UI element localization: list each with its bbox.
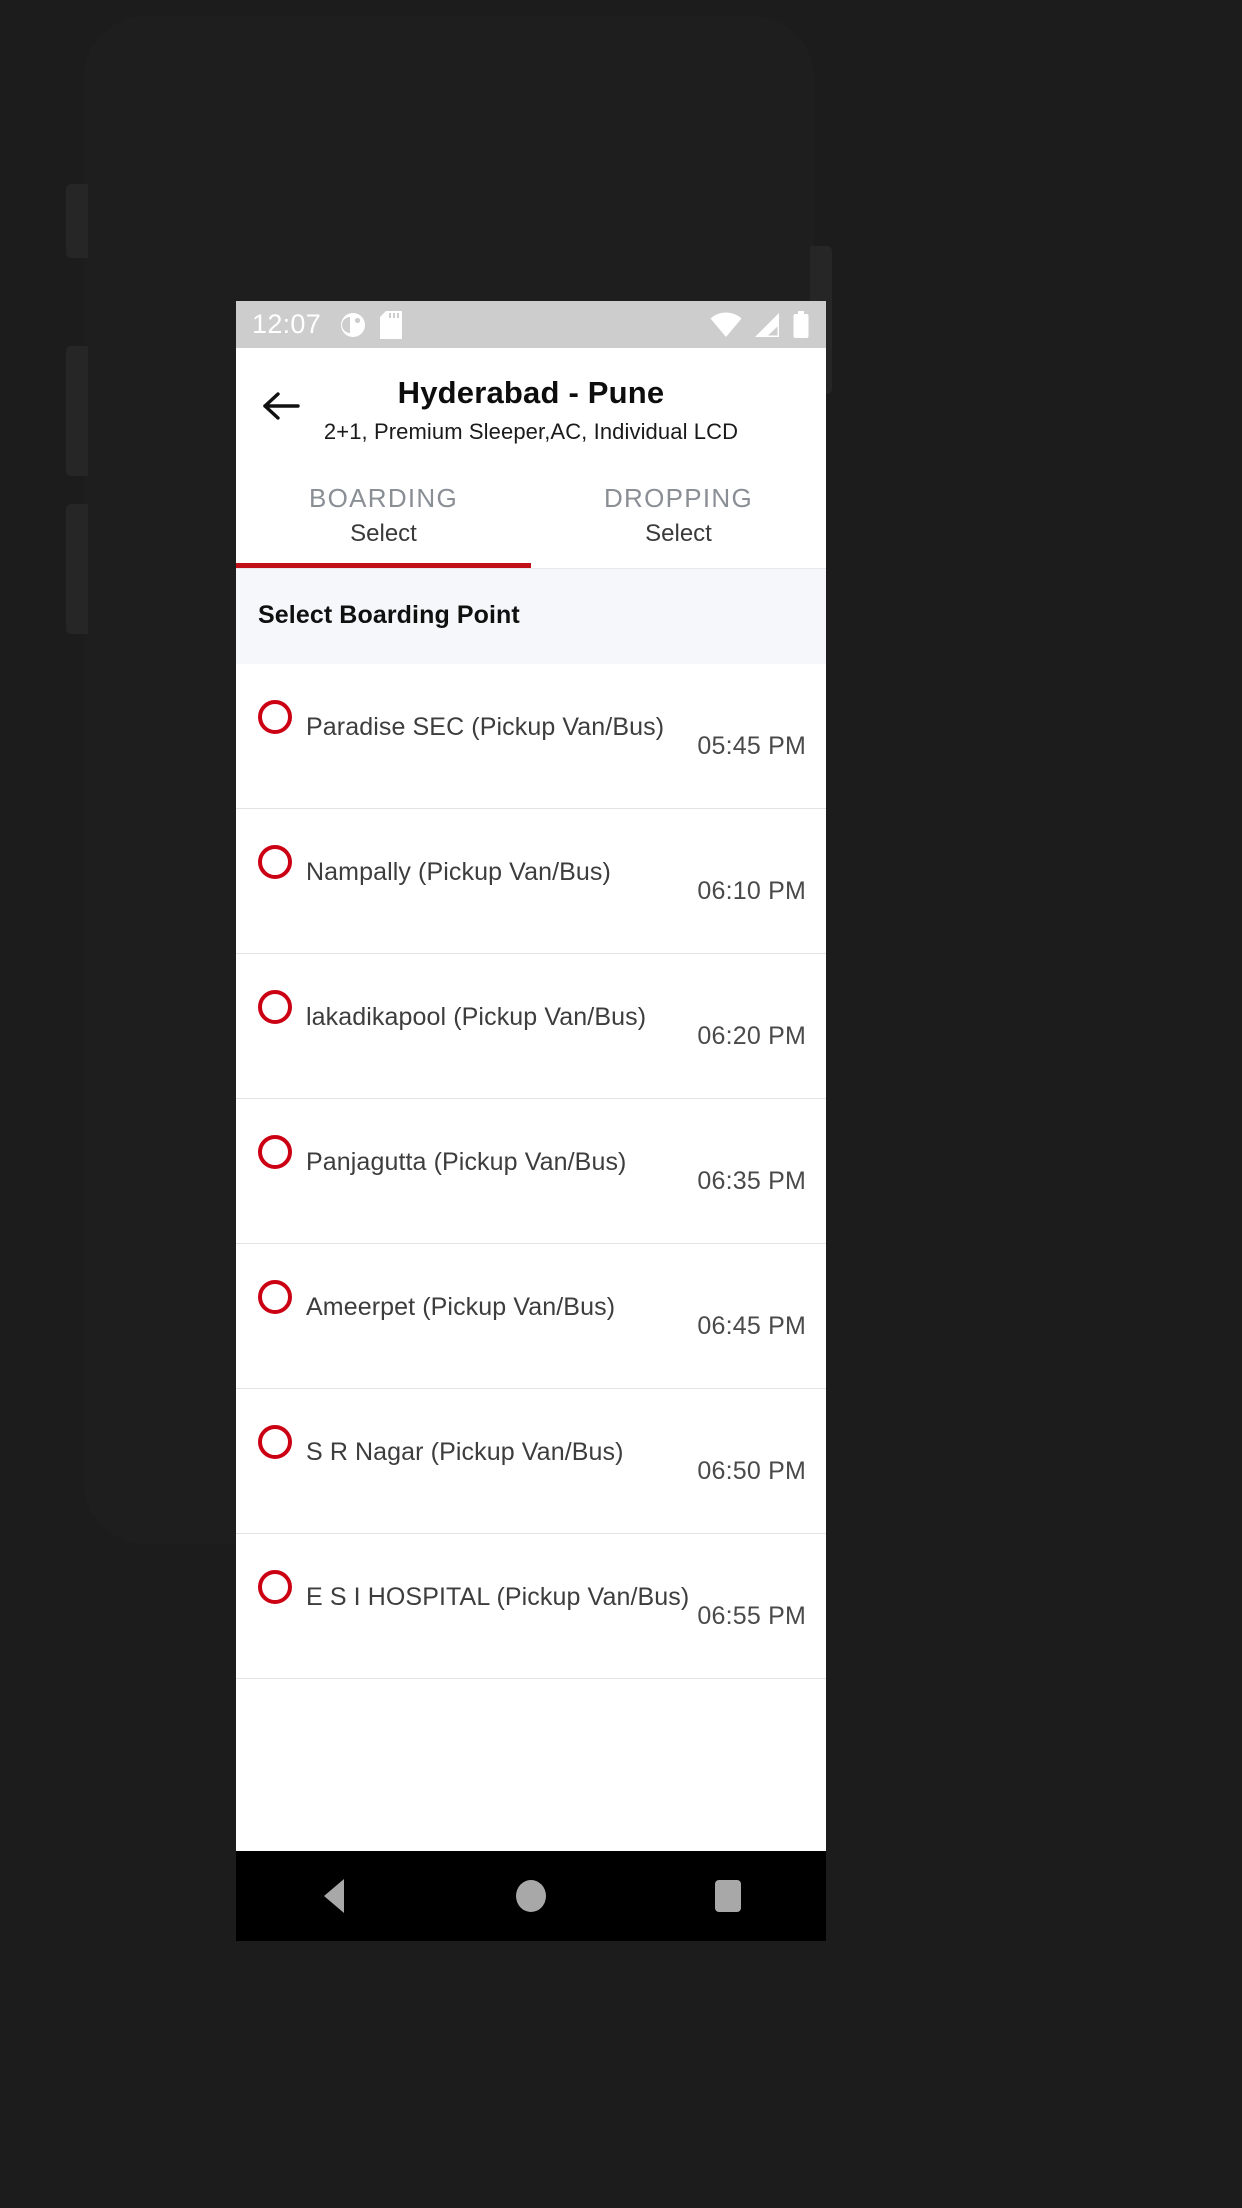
circle-home-icon <box>515 1880 546 1912</box>
active-tab-indicator <box>236 563 531 569</box>
nav-home-button[interactable] <box>486 1851 576 1941</box>
boarding-point-radio[interactable] <box>258 990 292 1025</box>
boarding-point-row[interactable]: lakadikapool (Pickup Van/Bus) 06:20 PM <box>236 954 826 1100</box>
device-volume-down-button[interactable] <box>66 504 88 634</box>
boarding-point-name: Ameerpet (Pickup Van/Bus) <box>306 1292 616 1321</box>
boarding-point-row[interactable]: Paradise SEC (Pickup Van/Bus) 05:45 PM <box>236 664 826 810</box>
tab-boarding-title: BOARDING <box>308 483 459 514</box>
boarding-point-row[interactable]: S R Nagar (Pickup Van/Bus) 06:50 PM <box>236 1389 826 1535</box>
boarding-point-info: Ameerpet (Pickup Van/Bus) <box>306 1293 697 1322</box>
section-header-label: Select Boarding Point <box>258 601 520 630</box>
status-bar-notification-icons <box>339 310 403 339</box>
boarding-point-name: Nampally (Pickup Van/Bus) <box>306 857 611 886</box>
section-header: Select Boarding Point <box>236 568 826 665</box>
boarding-point-radio[interactable] <box>258 1135 292 1170</box>
battery-icon <box>793 310 809 338</box>
back-button[interactable] <box>254 378 310 434</box>
wifi-icon <box>710 311 742 337</box>
tab-bar: BOARDING Select DROPPING Select <box>236 465 826 569</box>
tab-boarding[interactable]: BOARDING Select <box>236 465 531 558</box>
boarding-point-radio[interactable] <box>258 1425 292 1460</box>
tab-dropping-value: Select <box>645 520 712 548</box>
boarding-point-time: 06:55 PM <box>697 1601 806 1630</box>
boarding-point-row[interactable]: E S I HOSPITAL (Pickup Van/Bus) 06:55 PM <box>236 1534 826 1680</box>
boarding-point-row[interactable]: Panjagutta (Pickup Van/Bus) 06:35 PM <box>236 1099 826 1245</box>
boarding-point-row[interactable]: Ameerpet (Pickup Van/Bus) 06:45 PM <box>236 1244 826 1390</box>
boarding-point-info: Paradise SEC (Pickup Van/Bus) <box>306 713 697 742</box>
boarding-point-info: E S I HOSPITAL (Pickup Van/Bus) <box>306 1583 697 1612</box>
boarding-point-time: 06:35 PM <box>697 1166 806 1195</box>
cellular-signal-icon <box>755 312 779 337</box>
app-bar: Hyderabad - Pune 2+1, Premium Sleeper,AC… <box>236 348 826 466</box>
boarding-point-name: lakadikapool (Pickup Van/Bus) <box>306 1002 647 1031</box>
tab-dropping[interactable]: DROPPING Select <box>531 465 826 558</box>
boarding-point-time: 06:10 PM <box>697 876 806 905</box>
sd-card-icon <box>380 310 403 339</box>
boarding-point-radio[interactable] <box>258 1280 292 1315</box>
page-subtitle: 2+1, Premium Sleeper,AC, Individual LCD <box>323 419 739 445</box>
do-not-disturb-icon <box>341 312 366 337</box>
device-button-left-top[interactable] <box>66 184 88 258</box>
boarding-point-time: 06:50 PM <box>697 1456 806 1485</box>
triangle-back-icon <box>324 1879 345 1913</box>
nav-back-button[interactable] <box>289 1851 379 1941</box>
tab-boarding-value: Select <box>350 520 417 548</box>
status-bar: 12:07 <box>236 301 826 348</box>
boarding-point-name: Panjagutta (Pickup Van/Bus) <box>306 1147 627 1176</box>
device-volume-up-button[interactable] <box>66 346 88 476</box>
tab-dropping-title: DROPPING <box>603 483 754 514</box>
boarding-point-info: Panjagutta (Pickup Van/Bus) <box>306 1148 697 1177</box>
boarding-point-time: 06:45 PM <box>697 1311 806 1340</box>
boarding-point-name: E S I HOSPITAL (Pickup Van/Bus) <box>306 1582 690 1611</box>
boarding-point-time: 05:45 PM <box>697 731 806 760</box>
boarding-point-row[interactable]: Nampally (Pickup Van/Bus) 06:10 PM <box>236 809 826 955</box>
boarding-points-list: Paradise SEC (Pickup Van/Bus) 05:45 PM Nam… <box>236 664 826 1851</box>
nav-recents-button[interactable] <box>683 1851 773 1941</box>
boarding-point-time: 06:20 PM <box>697 1021 806 1050</box>
status-bar-clock: 12:07 <box>252 309 322 339</box>
boarding-point-info: S R Nagar (Pickup Van/Bus) <box>306 1438 697 1467</box>
android-navigation-bar <box>236 1851 826 1941</box>
phone-screen: 12:07 Hyderabad - Pune 2+1, Premium Slee… <box>236 301 826 1941</box>
status-bar-system-icons <box>710 310 810 339</box>
boarding-point-name: Paradise SEC (Pickup Van/Bus) <box>306 712 665 741</box>
boarding-point-radio[interactable] <box>258 700 292 735</box>
back-arrow-icon <box>263 392 300 420</box>
page-title: Hyderabad - Pune <box>397 375 665 410</box>
boarding-point-name: S R Nagar (Pickup Van/Bus) <box>306 1437 624 1466</box>
boarding-point-info: lakadikapool (Pickup Van/Bus) <box>306 1003 697 1032</box>
boarding-point-info: Nampally (Pickup Van/Bus) <box>306 858 697 887</box>
boarding-point-radio[interactable] <box>258 845 292 880</box>
square-recents-icon <box>714 1880 741 1912</box>
phone-device-frame: 12:07 Hyderabad - Pune 2+1, Premium Slee… <box>66 16 832 1941</box>
boarding-point-radio[interactable] <box>258 1570 292 1605</box>
